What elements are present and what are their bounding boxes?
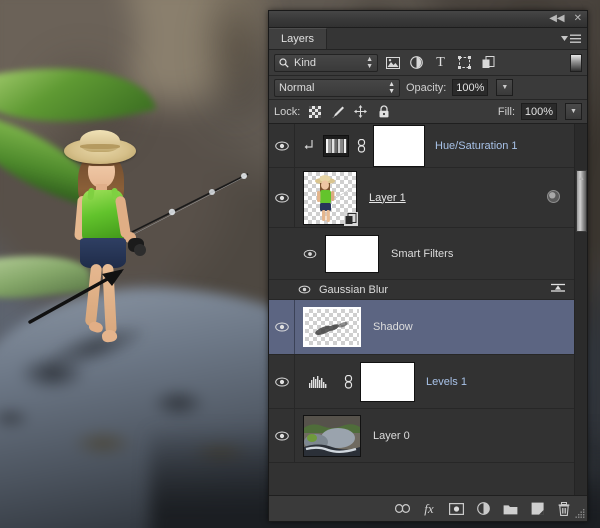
layer-name[interactable]: Smart Filters bbox=[391, 248, 453, 260]
layer-filter-row: Kind ▲ ▼ T bbox=[269, 50, 587, 76]
filter-kind-label: Kind bbox=[294, 56, 317, 69]
filter-adjustment-layers-icon[interactable] bbox=[407, 53, 426, 72]
new-group-button[interactable] bbox=[501, 500, 519, 518]
layers-panel[interactable]: ◀◀ ✕ Layers Kind ▲ ▼ T Normal ▲ ▼ Opacit… bbox=[268, 10, 588, 522]
lock-position-icon[interactable] bbox=[352, 103, 369, 120]
eye-icon bbox=[274, 322, 289, 332]
layer-visibility-toggle[interactable] bbox=[269, 300, 295, 354]
layer-row-hue-saturation-1[interactable]: Hue/Saturation 1 bbox=[269, 124, 587, 168]
new-adjustment-layer-button[interactable] bbox=[474, 500, 492, 518]
layer-row-gaussian-blur[interactable]: Gaussian Blur bbox=[269, 280, 587, 300]
layer-row-smart-filters[interactable]: Smart Filters bbox=[269, 228, 587, 280]
scroll-up-arrow-icon[interactable]: ▲ bbox=[575, 172, 587, 184]
eye-icon bbox=[274, 430, 289, 441]
photo-girl bbox=[58, 128, 188, 368]
panel-title-bar: ◀◀ ✕ bbox=[269, 11, 587, 28]
layer-mask-thumbnail[interactable] bbox=[360, 361, 415, 402]
filter-smart-objects-icon[interactable] bbox=[479, 53, 498, 72]
layer-visibility-toggle[interactable] bbox=[269, 355, 295, 408]
layer-name[interactable]: Hue/Saturation 1 bbox=[435, 140, 518, 152]
layer-thumbnail-layer-1[interactable] bbox=[303, 170, 358, 226]
layer-row-shadow[interactable]: Shadow bbox=[269, 300, 587, 355]
mask-link-icon[interactable] bbox=[354, 138, 368, 153]
layer-name[interactable]: Layer 1 bbox=[369, 192, 406, 204]
layer-row-layer-0[interactable]: Layer 0 bbox=[269, 409, 587, 463]
search-icon bbox=[279, 57, 289, 68]
layer-name[interactable]: Shadow bbox=[373, 321, 413, 333]
lock-label: Lock: bbox=[274, 105, 301, 118]
smart-filter-mask-thumbnail[interactable] bbox=[325, 234, 379, 273]
layer-name[interactable]: Layer 0 bbox=[373, 430, 410, 442]
chevron-updown-icon[interactable]: ▲ ▼ bbox=[388, 81, 395, 95]
fill-label: Fill: bbox=[497, 105, 515, 118]
layer-name[interactable]: Levels 1 bbox=[426, 376, 467, 388]
adjustment-thumbnail-hue-saturation[interactable] bbox=[323, 134, 349, 157]
filter-blending-options-icon[interactable] bbox=[551, 282, 565, 297]
blend-mode-value: Normal bbox=[279, 81, 315, 94]
filter-type-layers-icon[interactable]: T bbox=[431, 53, 450, 72]
filter-pixel-layers-icon[interactable] bbox=[383, 53, 402, 72]
layer-name[interactable]: Gaussian Blur bbox=[319, 284, 388, 296]
layer-row-levels-1[interactable]: Levels 1 bbox=[269, 355, 587, 409]
filter-visibility-toggle[interactable] bbox=[295, 285, 313, 294]
layer-mask-thumbnail[interactable] bbox=[373, 124, 425, 167]
new-layer-button[interactable] bbox=[528, 500, 546, 518]
tab-layers-label: Layers bbox=[281, 33, 315, 45]
delete-layer-button[interactable] bbox=[555, 500, 573, 518]
collapse-double-arrow-icon[interactable]: ◀◀ bbox=[549, 14, 564, 24]
tab-layers[interactable]: Layers bbox=[269, 28, 328, 49]
layers-panel-button-bar: fx bbox=[269, 495, 587, 521]
blend-mode-select[interactable]: Normal ▲ ▼ bbox=[274, 78, 400, 97]
layer-visibility-toggle[interactable] bbox=[269, 168, 295, 227]
blend-mode-row: Normal ▲ ▼ Opacity: 100% ▼ bbox=[269, 76, 587, 100]
eye-icon bbox=[274, 140, 289, 151]
layer-list-scrollbar[interactable]: ▲ bbox=[574, 124, 587, 495]
layer-list[interactable]: Hue/Saturation 1 Layer 1 Smart Filters G… bbox=[269, 124, 587, 495]
smart-filters-visibility-toggle[interactable] bbox=[295, 249, 325, 259]
adjustment-thumbnail-levels[interactable] bbox=[295, 375, 341, 389]
lock-all-icon[interactable] bbox=[375, 103, 392, 120]
eye-icon bbox=[298, 285, 310, 294]
add-layer-mask-button[interactable] bbox=[447, 500, 465, 518]
lock-transparent-pixels-icon[interactable] bbox=[306, 103, 323, 120]
filter-kind-select[interactable]: Kind ▲ ▼ bbox=[274, 53, 378, 72]
layer-visibility-toggle[interactable] bbox=[269, 409, 295, 462]
chevron-updown-icon[interactable]: ▲ ▼ bbox=[366, 56, 373, 70]
panel-menu-icon[interactable] bbox=[561, 28, 587, 49]
layer-thumbnail-shadow[interactable] bbox=[303, 307, 361, 347]
layer-style-button[interactable]: fx bbox=[420, 500, 438, 518]
fill-field[interactable]: 100% bbox=[521, 103, 557, 120]
opacity-label: Opacity: bbox=[406, 81, 447, 94]
fill-dropdown-icon[interactable]: ▼ bbox=[565, 103, 582, 120]
link-layers-button[interactable] bbox=[393, 500, 411, 518]
opacity-field[interactable]: 100% bbox=[452, 79, 489, 96]
lock-image-pixels-icon[interactable] bbox=[329, 103, 346, 120]
smart-object-badge-icon bbox=[344, 211, 358, 226]
layer-visibility-toggle[interactable] bbox=[269, 124, 295, 167]
filter-shape-layers-icon[interactable] bbox=[455, 53, 474, 72]
opacity-dropdown-icon[interactable]: ▼ bbox=[496, 79, 514, 96]
mask-link-icon[interactable] bbox=[341, 374, 355, 389]
close-icon[interactable]: ✕ bbox=[574, 14, 582, 24]
eye-icon bbox=[274, 192, 289, 203]
filter-enable-toggle[interactable] bbox=[570, 53, 582, 72]
lock-row: Lock: Fill: 100% ▼ bbox=[269, 100, 587, 124]
layer-row-layer-1[interactable]: Layer 1 bbox=[269, 168, 587, 228]
smart-filter-effects-toggle-icon[interactable] bbox=[546, 189, 561, 207]
panel-resize-grip[interactable] bbox=[575, 509, 585, 519]
eye-icon bbox=[274, 376, 289, 387]
clipping-mask-icon bbox=[295, 139, 323, 152]
panel-tab-strip: Layers bbox=[269, 28, 587, 50]
shadow-callout-arrow bbox=[28, 269, 124, 324]
eye-icon bbox=[303, 249, 317, 258]
layer-thumbnail-layer-0[interactable] bbox=[303, 414, 361, 457]
